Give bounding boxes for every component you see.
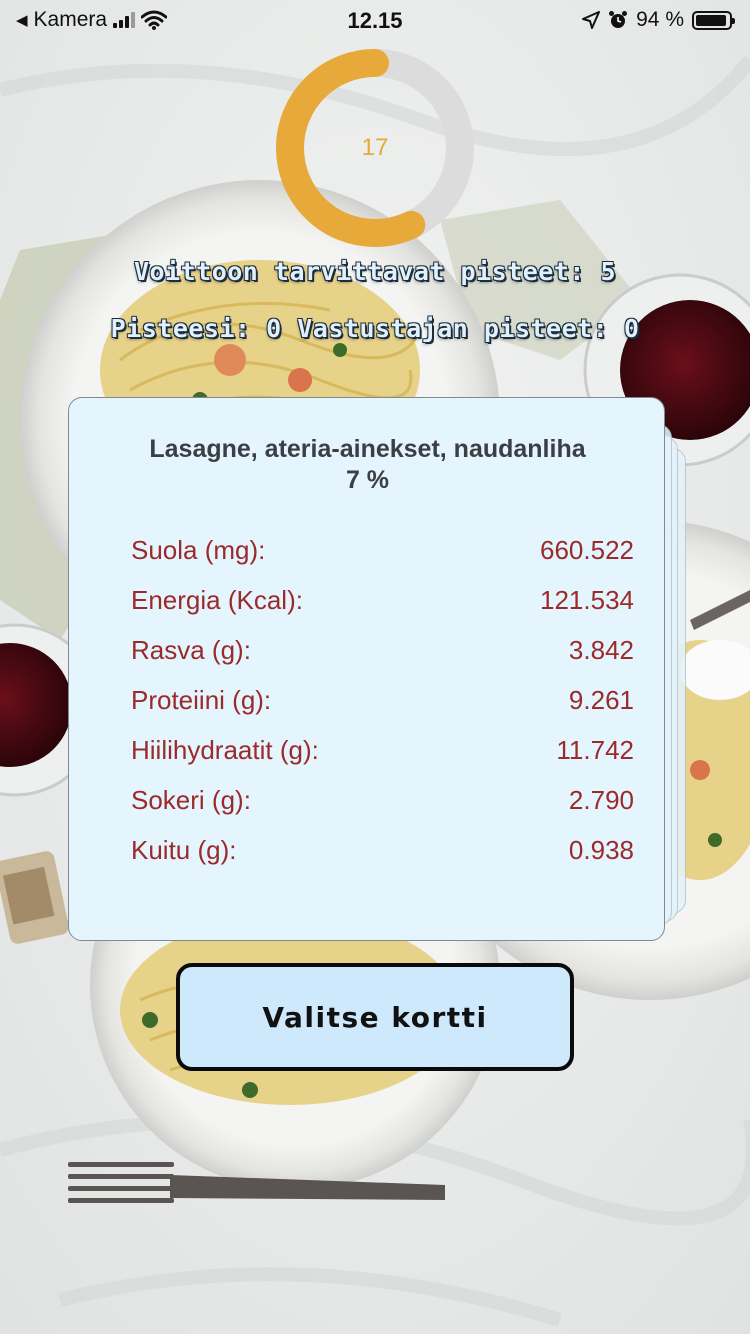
countdown-timer: 17 bbox=[275, 48, 475, 248]
nutrient-label: Energia (Kcal): bbox=[131, 585, 303, 615]
food-card[interactable]: Lasagne, ateria-ainekset, naudanliha 7 %… bbox=[68, 397, 665, 941]
nutrient-label: Rasva (g): bbox=[131, 635, 251, 665]
nutrient-value: 2.790 bbox=[568, 785, 634, 815]
nutrient-label: Proteiini (g): bbox=[131, 685, 272, 715]
nutrient-row-fiber[interactable]: Kuitu (g): 0.938 bbox=[131, 835, 634, 885]
timer-value: 17 bbox=[361, 134, 389, 161]
nutrient-row-protein[interactable]: Proteiini (g): 9.261 bbox=[131, 685, 634, 735]
nutrient-value: 0.938 bbox=[568, 835, 634, 865]
nutrient-value: 660.522 bbox=[540, 535, 634, 565]
status-bar: ◀ Kamera 12.15 94 % bbox=[0, 0, 750, 40]
location-arrow-icon bbox=[582, 11, 601, 29]
score-line: Pisteesi: 0 Vastustajan pisteet: 0 bbox=[110, 314, 640, 343]
nutrient-list: Suola (mg): 660.522 Energia (Kcal): 121.… bbox=[131, 535, 634, 885]
nutrient-label: Kuitu (g): bbox=[131, 835, 237, 865]
nutrient-value: 11.742 bbox=[556, 735, 634, 765]
battery-icon bbox=[692, 10, 735, 30]
nutrient-label: Suola (mg): bbox=[131, 535, 266, 565]
nutrient-row-salt[interactable]: Suola (mg): 660.522 bbox=[131, 535, 634, 585]
nutrient-label: Sokeri (g): bbox=[131, 785, 251, 815]
nutrient-value: 3.842 bbox=[568, 635, 634, 665]
food-name: Lasagne, ateria-ainekset, naudanliha bbox=[149, 435, 586, 463]
alarm-clock-icon bbox=[609, 11, 628, 28]
nutrient-label: Hiilihydraatit (g): bbox=[131, 735, 319, 765]
nutrient-value: 121.534 bbox=[540, 585, 634, 615]
points-needed-text: Voittoon tarvittavat pisteet: 5 bbox=[133, 257, 617, 286]
choose-card-button[interactable]: Valitse kortti bbox=[176, 963, 574, 1071]
food-percent: 7 % bbox=[345, 466, 390, 494]
nutrient-row-carbs[interactable]: Hiilihydraatit (g): 11.742 bbox=[131, 735, 634, 785]
nutrient-row-fat[interactable]: Rasva (g): 3.842 bbox=[131, 635, 634, 685]
battery-percent: 94 % bbox=[636, 8, 684, 31]
nutrient-row-sugar[interactable]: Sokeri (g): 2.790 bbox=[131, 785, 634, 835]
nutrient-row-energy[interactable]: Energia (Kcal): 121.534 bbox=[131, 585, 634, 635]
nutrient-value: 9.261 bbox=[568, 685, 634, 715]
